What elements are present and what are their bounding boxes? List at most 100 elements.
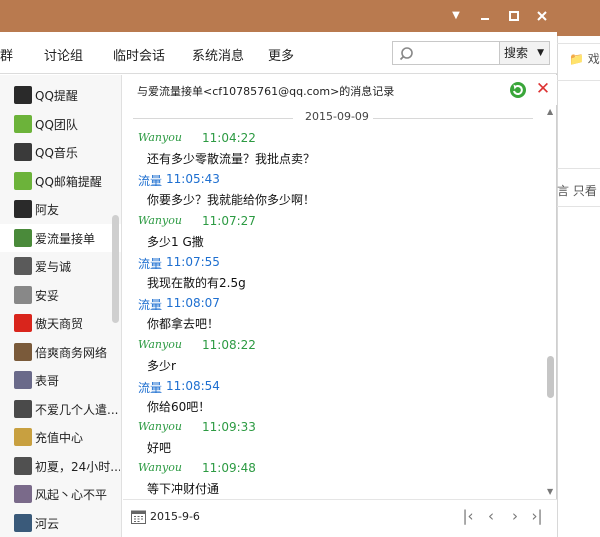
contact-label: 初夏，24小时... xyxy=(35,459,120,474)
contact-item[interactable]: 安妥 xyxy=(0,281,121,309)
message-text: 好吧 xyxy=(147,441,172,456)
message-item: 流量 11:07:55 我现在散的有2.5g xyxy=(138,255,538,296)
message-text: 你给60吧！ xyxy=(147,399,211,414)
message-item: Wanyou 11:08:22 多少r xyxy=(138,338,538,379)
date-separator-label: 2015-09-09 xyxy=(305,110,369,123)
message-item: 流量 11:05:43 你要多少？我就能给你多少啊！ xyxy=(138,172,538,213)
background-window: 📁 戏 言 只看 xyxy=(557,0,600,537)
scroll-down-icon[interactable]: ▼ xyxy=(547,487,553,496)
sender-name: Wanyou xyxy=(138,213,182,227)
contact-label: 安妥 xyxy=(35,288,60,303)
date-separator: 2015-09-09 xyxy=(123,110,543,126)
message-text: 多少1 G撒 xyxy=(147,234,204,249)
contact-label: 阿友 xyxy=(35,203,60,217)
contact-label: 风起丶心不平 xyxy=(35,488,108,502)
contact-list: 河云 风起丶心不平 初夏，24小时... 充值中心 不爱几个人遣... 表哥 倍爽商务网络 傲… xyxy=(0,75,122,537)
avatar-icon xyxy=(14,228,32,247)
music-icon xyxy=(14,143,32,161)
contact-item[interactable]: QQ团队 xyxy=(0,110,121,138)
message-item: Wanyou 11:04:22 还有多少零散流量？我批点卖？ xyxy=(138,131,538,172)
message-time: 11:09:33 xyxy=(202,420,256,435)
tab-more[interactable]: 更多 xyxy=(268,45,294,64)
avatar-icon xyxy=(14,285,32,304)
delete-icon[interactable]: ✕ xyxy=(534,80,552,98)
next-page-icon[interactable]: › xyxy=(505,506,525,526)
contact-item[interactable]: 风起丶心不平 xyxy=(0,480,121,508)
sender-name: 流量 xyxy=(138,174,163,189)
tab-discussion[interactable]: 讨论组 xyxy=(44,45,83,64)
contact-item[interactable]: 充值中心 xyxy=(0,423,121,451)
maximize-button[interactable] xyxy=(504,6,524,26)
sender-name: 流量 xyxy=(138,256,163,271)
message-time: 11:05:43 xyxy=(166,172,220,187)
contact-label: QQ邮箱提醒 xyxy=(35,174,102,189)
refresh-icon[interactable] xyxy=(509,81,527,99)
contact-item[interactable]: QQ音乐 xyxy=(0,138,121,166)
contact-item[interactable]: 初夏，24小时... xyxy=(0,452,121,480)
minimize-icon xyxy=(481,18,489,20)
contact-item[interactable]: QQ邮箱提醒 xyxy=(0,167,121,195)
close-icon xyxy=(537,11,547,21)
contact-item[interactable]: 爱与诚 xyxy=(0,252,121,280)
screen: 📁 戏 言 只看 ▼ 群 讨论组 临时会话 系统消息 更多 搜索 ▼ 河云 风起… xyxy=(0,0,600,537)
chat-scrollbar[interactable]: ▲ ▼ xyxy=(544,105,556,498)
prev-page-icon[interactable]: ‹ xyxy=(481,506,501,526)
message-text: 你要多少？我就能给你多少啊！ xyxy=(147,193,316,208)
sender-name: Wanyou xyxy=(138,420,182,434)
contact-item[interactable]: 不爱几个人遣... xyxy=(0,395,121,423)
message-item: Wanyou 11:07:27 多少1 G撒 xyxy=(138,214,538,255)
search-icon xyxy=(399,47,413,61)
first-page-icon[interactable]: |‹ xyxy=(458,506,478,526)
scroll-thumb[interactable] xyxy=(547,356,554,398)
grass-icon xyxy=(14,171,32,190)
message-item: 流量 11:08:54 你给60吧！ xyxy=(138,379,538,420)
contact-item[interactable]: 傲天商贸 xyxy=(0,309,121,337)
chat-title: 与爱流量接单<cf10785761@qq.com>的消息记录 xyxy=(137,85,395,98)
tab-temp-chat[interactable]: 临时会话 xyxy=(113,45,165,64)
search-input[interactable] xyxy=(392,41,500,65)
tab-group[interactable]: 群 xyxy=(0,45,13,64)
message-time: 11:07:55 xyxy=(166,254,220,269)
penguin-icon xyxy=(14,86,32,104)
window-menu-button[interactable]: ▼ xyxy=(446,6,466,26)
sender-name: Wanyou xyxy=(138,461,182,475)
contact-label: 充值中心 xyxy=(35,431,84,445)
message-text: 还有多少零散流量？我批点卖？ xyxy=(147,152,316,166)
grass-icon xyxy=(14,114,32,133)
sender-name: 流量 xyxy=(138,298,163,313)
penguin-icon xyxy=(14,200,32,218)
chat-header: 与爱流量接单<cf10785761@qq.com>的消息记录 ✕ xyxy=(123,75,557,105)
message-text: 你都拿去吧！ xyxy=(147,317,220,332)
scroll-up-icon[interactable]: ▲ xyxy=(547,107,553,116)
contact-label: 河云 xyxy=(35,516,60,531)
avatar-icon xyxy=(14,485,32,503)
contact-list-scrollbar[interactable] xyxy=(112,215,119,323)
footer-date: 2015-9-6 xyxy=(150,510,200,523)
contact-item[interactable]: 表哥 xyxy=(0,366,121,394)
avatar-icon xyxy=(14,399,32,418)
contact-item[interactable]: 阿友 xyxy=(0,195,121,223)
last-page-icon[interactable]: ›| xyxy=(527,506,547,526)
contact-item[interactable]: 河云 xyxy=(0,509,121,537)
flag-icon xyxy=(14,314,32,332)
message-text: 我现在散的有2.5g xyxy=(147,275,246,290)
background-tab: 📁 戏 xyxy=(569,52,600,66)
contact-label: 爱流量接单 xyxy=(35,231,96,246)
contact-item[interactable]: 爱流量接单 xyxy=(0,223,121,252)
contact-item[interactable]: 倍爽商务网络 xyxy=(0,338,121,366)
contact-item[interactable]: QQ提醒 xyxy=(0,81,121,109)
contact-label: 傲天商贸 xyxy=(35,317,84,331)
avatar-icon xyxy=(14,428,32,446)
sender-name: Wanyou xyxy=(138,337,182,351)
close-button[interactable] xyxy=(532,6,552,26)
minimize-button[interactable] xyxy=(475,6,495,26)
contact-label: 不爱几个人遣... xyxy=(35,402,119,417)
calendar-icon[interactable] xyxy=(131,509,146,524)
message-time: 11:09:48 xyxy=(202,461,256,476)
message-time: 11:04:22 xyxy=(202,131,256,145)
background-titlebar xyxy=(557,0,600,36)
chat-footer: 2015-9-6 |‹ ‹ › ›| xyxy=(123,499,557,537)
tab-system-message[interactable]: 系统消息 xyxy=(192,45,244,64)
search-button[interactable]: 搜索 ▼ xyxy=(500,41,550,65)
sender-name: Wanyou xyxy=(138,131,182,144)
